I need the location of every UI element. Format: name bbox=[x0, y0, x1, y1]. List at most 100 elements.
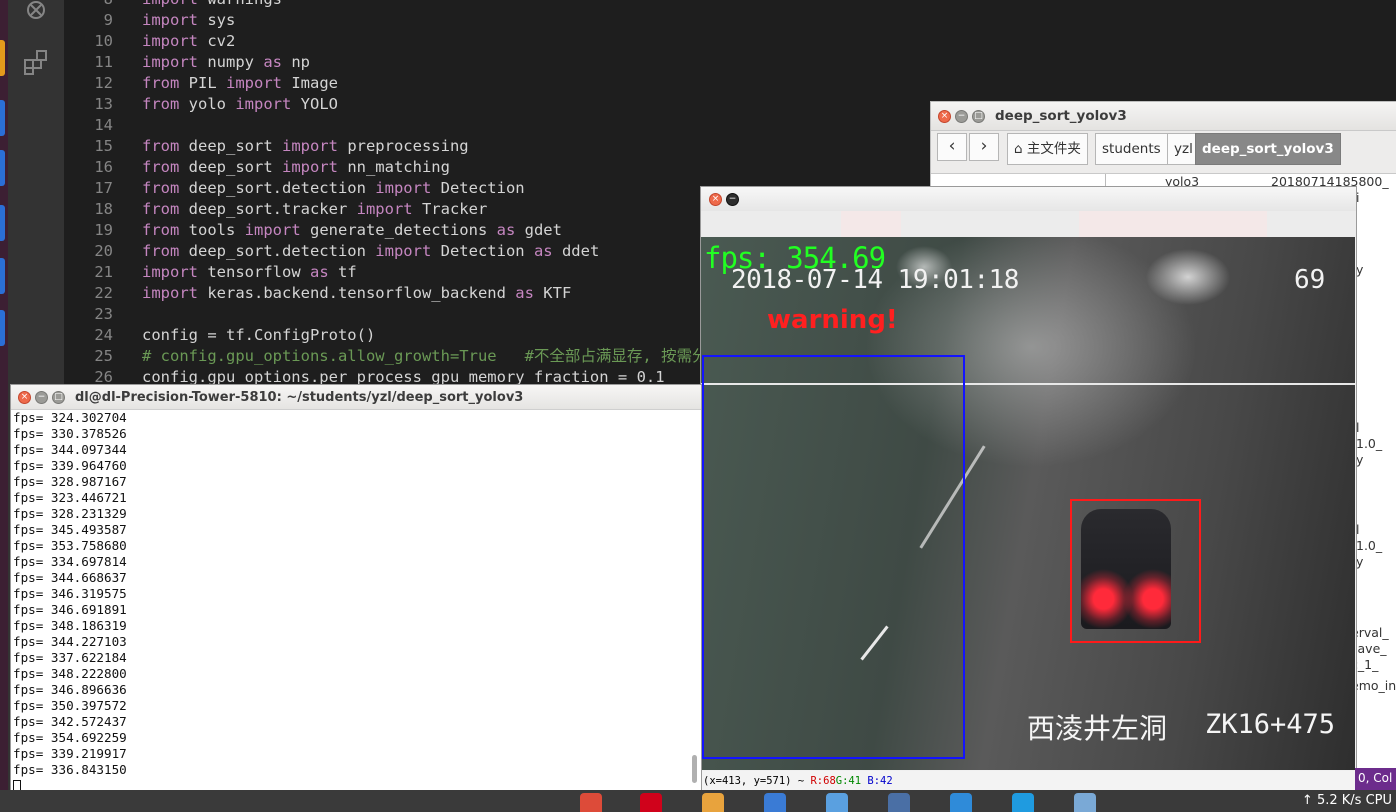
code-token: from bbox=[142, 158, 180, 176]
launcher-app-icon[interactable] bbox=[0, 150, 5, 186]
code-text: from tools import generate_detections as… bbox=[142, 220, 562, 241]
minimize-icon[interactable]: − bbox=[35, 391, 48, 404]
launcher-app-icon[interactable] bbox=[0, 205, 5, 241]
file-item-label[interactable]: y bbox=[1356, 554, 1363, 569]
terminal-line: fps= 336.843150 bbox=[13, 762, 127, 777]
breadcrumb-deep-sort-yolov3[interactable]: deep_sort_yolov3 bbox=[1195, 133, 1341, 165]
launcher-app-icon[interactable] bbox=[0, 100, 5, 136]
code-text: config = tf.ConfigProto() bbox=[142, 325, 375, 346]
file-item-label[interactable]: y bbox=[1356, 452, 1363, 467]
terminal-line: fps= 324.302704 bbox=[13, 410, 127, 425]
close-icon[interactable]: × bbox=[709, 193, 722, 206]
code-text: import warnings bbox=[142, 0, 282, 10]
track-box-red bbox=[1070, 499, 1201, 643]
count-overlay: 69 bbox=[1294, 265, 1326, 295]
terminal-title: dl@dl-Precision-Tower-5810: ~/students/y… bbox=[75, 390, 524, 405]
code-token: as bbox=[309, 263, 329, 281]
code-token: import bbox=[235, 95, 292, 113]
line-number: 15 bbox=[94, 137, 113, 155]
file-item-label[interactable]: y bbox=[1356, 262, 1363, 277]
launcher-app-icon[interactable] bbox=[0, 40, 5, 76]
launcher-app-icon[interactable] bbox=[0, 258, 5, 294]
editor-status-position[interactable]: 0, Col 1 bbox=[1355, 768, 1396, 790]
terminal-line: fps= 339.964760 bbox=[13, 458, 127, 473]
folder-icon[interactable] bbox=[702, 793, 724, 812]
maximize-icon[interactable]: □ bbox=[52, 391, 65, 404]
chrome-icon[interactable] bbox=[580, 793, 602, 812]
file-item-label[interactable]: 1.0_ bbox=[1356, 538, 1382, 553]
close-icon[interactable]: × bbox=[18, 391, 31, 404]
terminal-line: fps= 346.319575 bbox=[13, 586, 127, 601]
code-text: from yolo import YOLO bbox=[142, 94, 338, 115]
line-number: 11 bbox=[94, 53, 113, 71]
code-token: KTF bbox=[533, 284, 572, 302]
code-token: deep_sort bbox=[179, 158, 282, 176]
code-token: from bbox=[142, 200, 180, 218]
app-icon[interactable] bbox=[1074, 793, 1096, 812]
line-number: 24 bbox=[94, 326, 113, 344]
toolbar-highlight bbox=[1079, 211, 1267, 237]
code-token: import bbox=[375, 242, 432, 260]
line-number: 19 bbox=[94, 221, 113, 239]
line-number: 23 bbox=[94, 305, 113, 323]
terminal-output[interactable]: fps= 324.302704 fps= 330.378526 fps= 344.0… bbox=[13, 410, 687, 794]
pixel-green: G:41 bbox=[835, 775, 862, 787]
terminal-window: × − □ dl@dl-Precision-Tower-5810: ~/stud… bbox=[10, 384, 702, 794]
code-token: Tracker bbox=[412, 200, 488, 218]
app-icon[interactable] bbox=[950, 793, 972, 812]
minimize-icon[interactable]: − bbox=[955, 110, 968, 123]
code-text: import tensorflow as tf bbox=[142, 262, 357, 283]
code-token: # config.gpu_options.allow_growth=True #… bbox=[142, 347, 708, 365]
terminal-line: fps= 353.758680 bbox=[13, 538, 127, 553]
milepost-overlay: ZK16+475 bbox=[1205, 709, 1336, 740]
app-icon[interactable] bbox=[826, 793, 848, 812]
terminal-line: fps= 346.896636 bbox=[13, 682, 127, 697]
app-icon[interactable] bbox=[1012, 793, 1034, 812]
maximize-icon[interactable]: □ bbox=[972, 110, 985, 123]
video-frame[interactable]: fps: 354.69 2018-07-14 19:01:18 69 warni… bbox=[701, 237, 1355, 770]
code-token: as bbox=[533, 242, 553, 260]
close-icon[interactable]: × bbox=[938, 110, 951, 123]
code-text: from PIL import Image bbox=[142, 73, 338, 94]
file-item-label[interactable]: emo_in bbox=[1351, 678, 1396, 693]
code-token: tensorflow bbox=[198, 263, 310, 281]
code-line[interactable]: 8 import warnings bbox=[64, 0, 1396, 10]
code-line[interactable]: 12 from PIL import Image bbox=[64, 73, 1396, 94]
app-icon[interactable] bbox=[764, 793, 786, 812]
extensions-icon[interactable] bbox=[20, 46, 52, 78]
code-token: numpy bbox=[198, 53, 264, 71]
code-token: as bbox=[263, 53, 282, 71]
code-token: nn_matching bbox=[337, 158, 450, 176]
line-number: 22 bbox=[94, 284, 113, 302]
code-line[interactable]: 10 import cv2 bbox=[64, 31, 1396, 52]
code-token: gdet bbox=[515, 221, 562, 239]
line-number: 17 bbox=[94, 179, 113, 197]
launcher-app-icon[interactable] bbox=[0, 310, 5, 346]
file-item-label[interactable]: 1.0_ bbox=[1356, 436, 1382, 451]
minimize-icon[interactable]: − bbox=[726, 193, 739, 206]
pixel-red: R:68 bbox=[810, 775, 836, 787]
code-text: import sys bbox=[142, 10, 235, 31]
code-token: YOLO bbox=[291, 95, 338, 113]
code-line[interactable]: 9 import sys bbox=[64, 10, 1396, 31]
app-icon[interactable] bbox=[640, 793, 662, 812]
terminal-line: fps= 344.227103 bbox=[13, 634, 127, 649]
debug-icon[interactable] bbox=[20, 0, 52, 26]
code-text: # config.gpu_options.allow_growth=True #… bbox=[142, 346, 708, 367]
code-line[interactable]: 11 import numpy as np bbox=[64, 52, 1396, 73]
terminal-scrollbar[interactable] bbox=[692, 755, 697, 783]
file-manager-toolbar: ‹ › ⌂ 主文件夹 students yzl deep_sort_yolov3 bbox=[931, 131, 1396, 174]
code-token: deep_sort.detection bbox=[179, 242, 376, 260]
app-icon[interactable] bbox=[888, 793, 910, 812]
code-token: config = tf.ConfigProto() bbox=[142, 326, 376, 344]
forward-button[interactable]: › bbox=[969, 133, 999, 161]
breadcrumb-home[interactable]: ⌂ 主文件夹 bbox=[1007, 133, 1088, 165]
back-button[interactable]: ‹ bbox=[937, 133, 967, 161]
code-text: import numpy as np bbox=[142, 52, 310, 73]
code-token: Detection bbox=[431, 242, 534, 260]
launcher-strip bbox=[0, 0, 8, 790]
code-token: yolo bbox=[179, 95, 236, 113]
code-token: import bbox=[142, 53, 198, 71]
pixel-blue: B:42 bbox=[867, 775, 893, 787]
breadcrumb-students[interactable]: students bbox=[1095, 133, 1168, 165]
